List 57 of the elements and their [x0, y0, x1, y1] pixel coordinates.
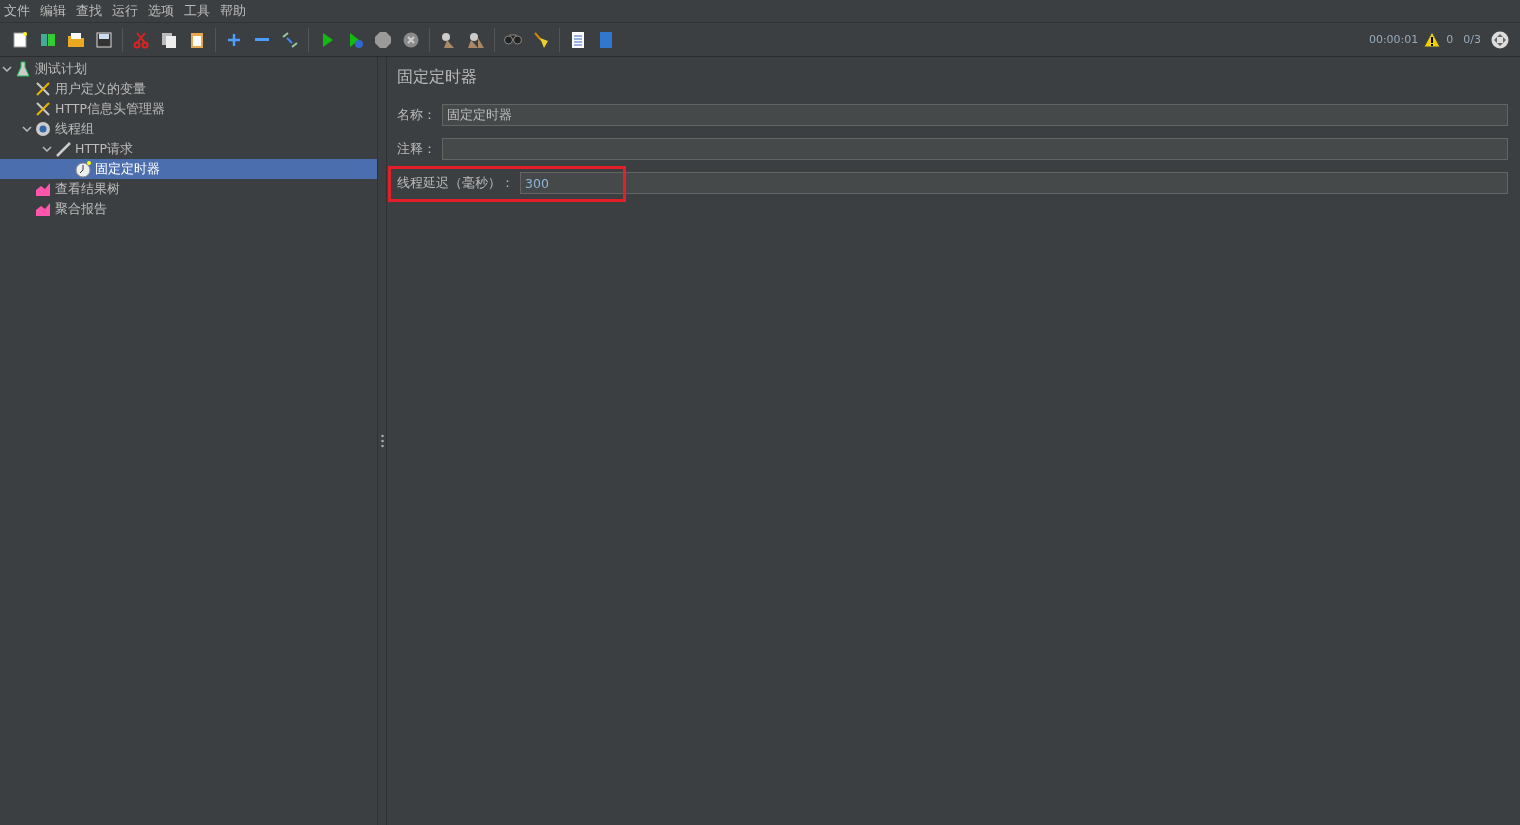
grip-icon[interactable] — [380, 434, 384, 448]
gear-icon — [34, 120, 52, 138]
menu-item[interactable]: 文件 — [2, 2, 36, 20]
scissors-icon — [132, 30, 150, 49]
text-field[interactable]: 固定定时器 — [442, 104, 1508, 126]
chevron-down-icon[interactable] — [22, 124, 32, 134]
menu-item[interactable]: 运行 — [110, 2, 144, 20]
toggle-icon — [281, 30, 299, 49]
minus-icon — [255, 38, 269, 41]
copy-icon — [160, 30, 178, 49]
tools-icon — [34, 100, 52, 118]
text-field[interactable]: 300 — [520, 172, 1508, 194]
tree-item[interactable]: HTTP请求 — [0, 139, 377, 159]
new-file-icon — [11, 30, 29, 49]
field-label: 名称： — [397, 106, 436, 124]
menu-item[interactable]: 工具 — [182, 2, 216, 20]
tree-item[interactable]: 线程组 — [0, 119, 377, 139]
tree-item-label: 线程组 — [55, 120, 94, 138]
list-icon — [569, 30, 587, 49]
tree-item[interactable]: 聚合报告 — [0, 199, 377, 219]
text-field[interactable] — [442, 138, 1508, 160]
save-icon — [95, 30, 113, 49]
tree-item-label: 用户定义的变量 — [55, 80, 146, 98]
chevron-down-icon[interactable] — [42, 144, 52, 154]
tree-item[interactable]: 查看结果树 — [0, 179, 377, 199]
folder-icon — [67, 30, 85, 49]
stopwatch-icon — [74, 160, 92, 178]
stop-icon — [374, 30, 392, 49]
field-label: 注释： — [397, 140, 436, 158]
menu-item[interactable]: 编辑 — [38, 2, 72, 20]
flask-icon — [14, 60, 32, 78]
chevron-down-icon[interactable] — [2, 64, 12, 74]
menu-item[interactable]: 选项 — [146, 2, 180, 20]
tree-item[interactable]: HTTP信息头管理器 — [0, 99, 377, 119]
tree-item-label: 固定定时器 — [95, 160, 160, 178]
binoculars-icon — [504, 34, 522, 45]
tree-item[interactable]: 测试计划 — [0, 59, 377, 79]
menu-item[interactable]: 帮助 — [218, 2, 252, 20]
field-label: 线程延迟（毫秒）： — [397, 174, 514, 192]
panel-title: 固定定时器 — [397, 67, 478, 88]
menu-item[interactable]: 查找 — [74, 2, 108, 20]
elapsed-time: 00:00:01 — [1368, 33, 1419, 46]
tree-item[interactable]: 固定定时器 — [0, 159, 377, 179]
warning-count: 0 — [1446, 33, 1454, 46]
clipboard-icon — [188, 30, 206, 49]
tree-item-label: 查看结果树 — [55, 180, 120, 198]
tree-item-label: 聚合报告 — [55, 200, 107, 218]
tree-item-label: 测试计划 — [35, 60, 87, 78]
warning-icon — [1423, 30, 1442, 49]
tree-item-label: HTTP信息头管理器 — [55, 100, 165, 118]
tree-item[interactable]: 用户定义的变量 — [0, 79, 377, 99]
shutdown-icon — [402, 30, 420, 49]
tree-item-label: HTTP请求 — [75, 140, 133, 158]
thread-count: 0/3 — [1463, 33, 1481, 46]
broom-icon — [532, 30, 550, 49]
tools-icon — [34, 80, 52, 98]
circle-arrows-icon — [1491, 30, 1509, 49]
